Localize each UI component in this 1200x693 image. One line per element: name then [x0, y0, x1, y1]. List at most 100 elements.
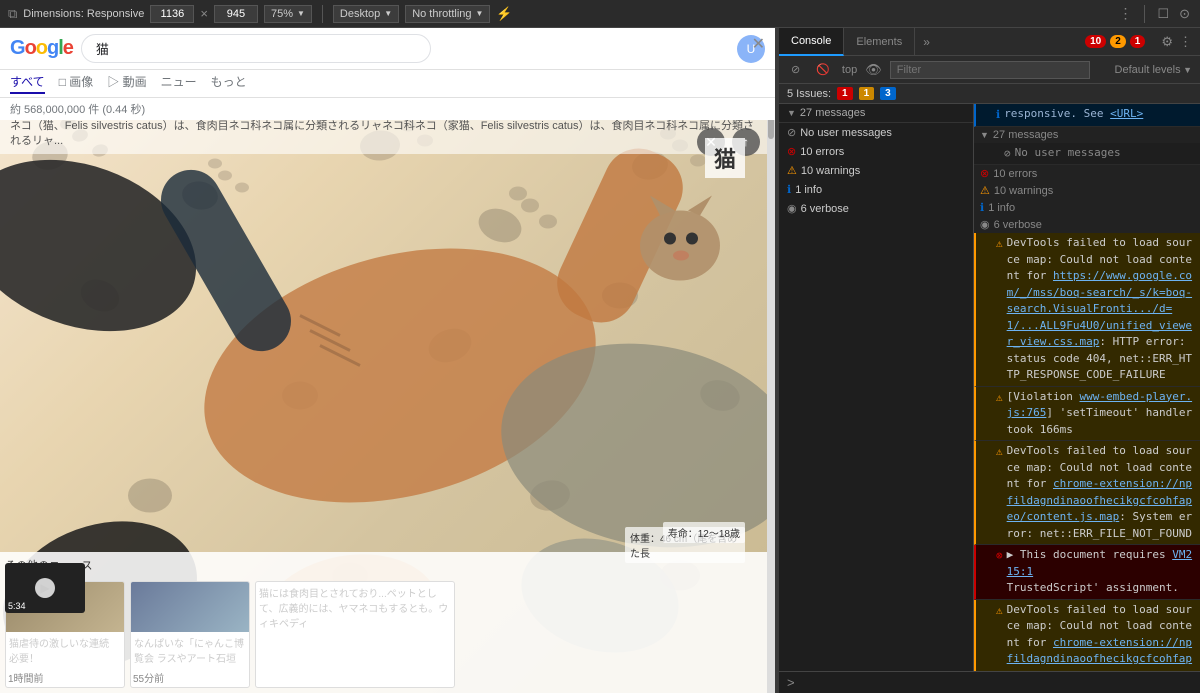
throttle-icon: ⚡: [496, 6, 512, 22]
warn-text-ext1: DevTools failed to load source map: Coul…: [1007, 443, 1194, 542]
top-toolbar: ⧉ Dimensions: Responsive × 75% Desktop N…: [0, 0, 1200, 28]
console-input-area: >: [779, 671, 1200, 693]
warning-icon: ⚠: [787, 164, 797, 177]
tab-elements[interactable]: Elements: [844, 28, 915, 56]
cursor-icon[interactable]: ⊙: [1177, 4, 1192, 24]
news-card-3: 猫には食肉目とされており...ペットとして、広義的には、ヤマネコもするとも。ウィ…: [255, 581, 455, 688]
messages-header-row[interactable]: ▼ 27 messages: [779, 104, 973, 122]
dimensions-label: Dimensions: Responsive: [23, 8, 144, 20]
info-group-icon: ℹ: [980, 201, 984, 214]
issues-yellow-badge: 1: [859, 87, 875, 100]
search-box[interactable]: 猫: [81, 34, 431, 63]
news-card-3-title: 猫には食肉目とされており...ペットとして、広義的には、ヤマネコもするとも。ウィ…: [256, 582, 454, 633]
warn-icon-ext1: ⚠: [996, 444, 1003, 461]
more-tabs-button[interactable]: »: [915, 35, 938, 49]
filter-input[interactable]: [890, 61, 1090, 79]
1-info-group[interactable]: ℹ 1 info: [974, 199, 1200, 216]
zoom-dropdown[interactable]: 75%: [264, 5, 312, 23]
issues-bar: 5 Issues: 1 1 3: [779, 84, 1200, 104]
trusted-script-loc[interactable]: VM215:1: [1007, 548, 1192, 578]
top-label[interactable]: top: [842, 64, 857, 76]
warn-text-violation: [Violation www-embed-player.js:765] 'set…: [1007, 389, 1194, 439]
kanji-overlay: 猫: [705, 138, 745, 178]
errors-row[interactable]: ⊗ 10 errors: [779, 142, 973, 161]
info-row[interactable]: ℹ 1 info: [779, 180, 973, 199]
chrome-ext-warn-2: ⚠ DevTools failed to load source map: Co…: [974, 600, 1200, 672]
more-options-button[interactable]: ⋮: [1116, 3, 1134, 24]
height-input[interactable]: [214, 5, 258, 23]
violation-warn: ⚠ [Violation www-embed-player.js:765] 's…: [974, 387, 1200, 442]
responsive-url-link[interactable]: <URL>: [1110, 107, 1143, 120]
eye-icon[interactable]: 👁: [865, 62, 882, 78]
verbose-group-icon: ◉: [980, 218, 990, 231]
left-message-panel: ▼ 27 messages ⊘ No user messages ⊗ 10 er…: [779, 104, 974, 671]
devtools-badges: 10 2 1: [1077, 35, 1153, 48]
issues-label: 5 Issues:: [787, 88, 831, 100]
device-toolbar-icon[interactable]: ☐: [1155, 4, 1171, 24]
width-input[interactable]: [150, 5, 194, 23]
warn-url-1[interactable]: https://www.google.com/_/mss/boq-search/…: [1007, 269, 1192, 348]
warn-url-ext1[interactable]: chrome-extension://npfildagndinaoofhecik…: [1007, 477, 1192, 523]
error-icon-trusted: ⊗: [996, 548, 1003, 565]
prohibit-icon[interactable]: ⊘: [787, 61, 804, 78]
trusted-script-error: ⊗ ▶ This document requires VM215:1Truste…: [974, 545, 1200, 600]
vertical-scrollbar[interactable]: [767, 78, 775, 693]
verbose-label: 6 verbose: [801, 203, 849, 215]
warn-url-violation[interactable]: www-embed-player.js:765: [1007, 390, 1192, 420]
tab-news[interactable]: ニュー: [161, 73, 197, 94]
group-triangle: ▼: [980, 130, 989, 140]
tab-all[interactable]: すべて: [10, 73, 45, 94]
dimension-separator: ×: [200, 6, 208, 21]
tab-images[interactable]: □ 画像: [59, 73, 94, 94]
issues-blue-badge: 3: [880, 87, 896, 100]
info-label: 1 info: [795, 184, 822, 196]
video-duration: 5:34: [8, 601, 26, 611]
search-query: 猫: [96, 42, 109, 57]
toolbar-separator-2: [1144, 5, 1145, 23]
console-input-field[interactable]: [801, 676, 1192, 689]
6-verbose-group[interactable]: ◉ 6 verbose: [974, 216, 1200, 233]
news-card-1-time: 1時間前: [6, 668, 124, 687]
10-errors-group[interactable]: ⊗ 10 errors: [974, 165, 1200, 182]
27-messages-group[interactable]: ▼ 27 messages: [974, 127, 1200, 143]
responsive-message-text: responsive. See <URL>: [1004, 106, 1194, 123]
warn-text-1: DevTools failed to load source map: Coul…: [1007, 235, 1194, 384]
no-user-messages-label: No user messages: [800, 127, 892, 139]
messages-count-label: 27 messages: [800, 107, 865, 119]
devtools-panel: Console Elements » 10 2 1 ⚙ ⋮ ⊘ 🚫 top 👁 …: [779, 28, 1200, 693]
devtools-tabs: Console Elements » 10 2 1 ⚙ ⋮: [779, 28, 1200, 56]
10-warnings-group[interactable]: ⚠ 10 warnings: [974, 182, 1200, 199]
video-thumbnail: ▶ 5:34: [5, 563, 85, 613]
warnings-label: 10 warnings: [801, 165, 860, 177]
no-user-message-row: ⊘ No user messages: [974, 143, 1200, 166]
group-label: 27 messages: [993, 129, 1058, 141]
verbose-group-label: 6 verbose: [994, 219, 1042, 231]
search-tabs: すべて □ 画像 ▷ 動画 ニュー もっと: [0, 70, 775, 98]
warn-url-ext2[interactable]: chrome-extension://npfildagndinaoofhecik…: [1007, 636, 1192, 672]
default-levels-dropdown[interactable]: Default levels: [1115, 64, 1192, 76]
close-icon[interactable]: ✕: [752, 34, 765, 54]
warnings-row[interactable]: ⚠ 10 warnings: [779, 161, 973, 180]
devtools-toolbar2: ⊘ 🚫 top 👁 Default levels: [779, 56, 1200, 84]
warn-icon-ext2: ⚠: [996, 603, 1003, 620]
tab-console[interactable]: Console: [779, 28, 844, 56]
issues-red-badge: 1: [837, 87, 853, 100]
console-content-area: ▼ 27 messages ⊘ No user messages ⊗ 10 er…: [779, 104, 1200, 671]
no-user-messages-row[interactable]: ⊘ No user messages: [779, 123, 973, 142]
console-prompt-icon: >: [787, 675, 795, 690]
google-logo: Google: [10, 37, 73, 60]
tab-videos[interactable]: ▷ 動画: [107, 73, 146, 94]
info-message-icon: ℹ: [996, 107, 1000, 124]
play-button[interactable]: ▶: [35, 578, 55, 598]
warn-icon-violation: ⚠: [996, 390, 1003, 407]
verbose-row[interactable]: ◉ 6 verbose: [779, 199, 973, 218]
info-icon: ℹ: [787, 183, 791, 196]
throttling-dropdown[interactable]: No throttling: [405, 5, 490, 23]
vertical-dots-icon[interactable]: ⋮: [1179, 34, 1192, 50]
tab-more[interactable]: もっと: [211, 73, 247, 94]
news-card-2-time: 55分前: [131, 668, 249, 687]
devtools-toolbar-icons: ⚙ ⋮: [1153, 34, 1200, 50]
clear-icon[interactable]: 🚫: [812, 61, 834, 78]
settings-icon[interactable]: ⚙: [1161, 34, 1173, 50]
device-dropdown[interactable]: Desktop: [333, 5, 399, 23]
